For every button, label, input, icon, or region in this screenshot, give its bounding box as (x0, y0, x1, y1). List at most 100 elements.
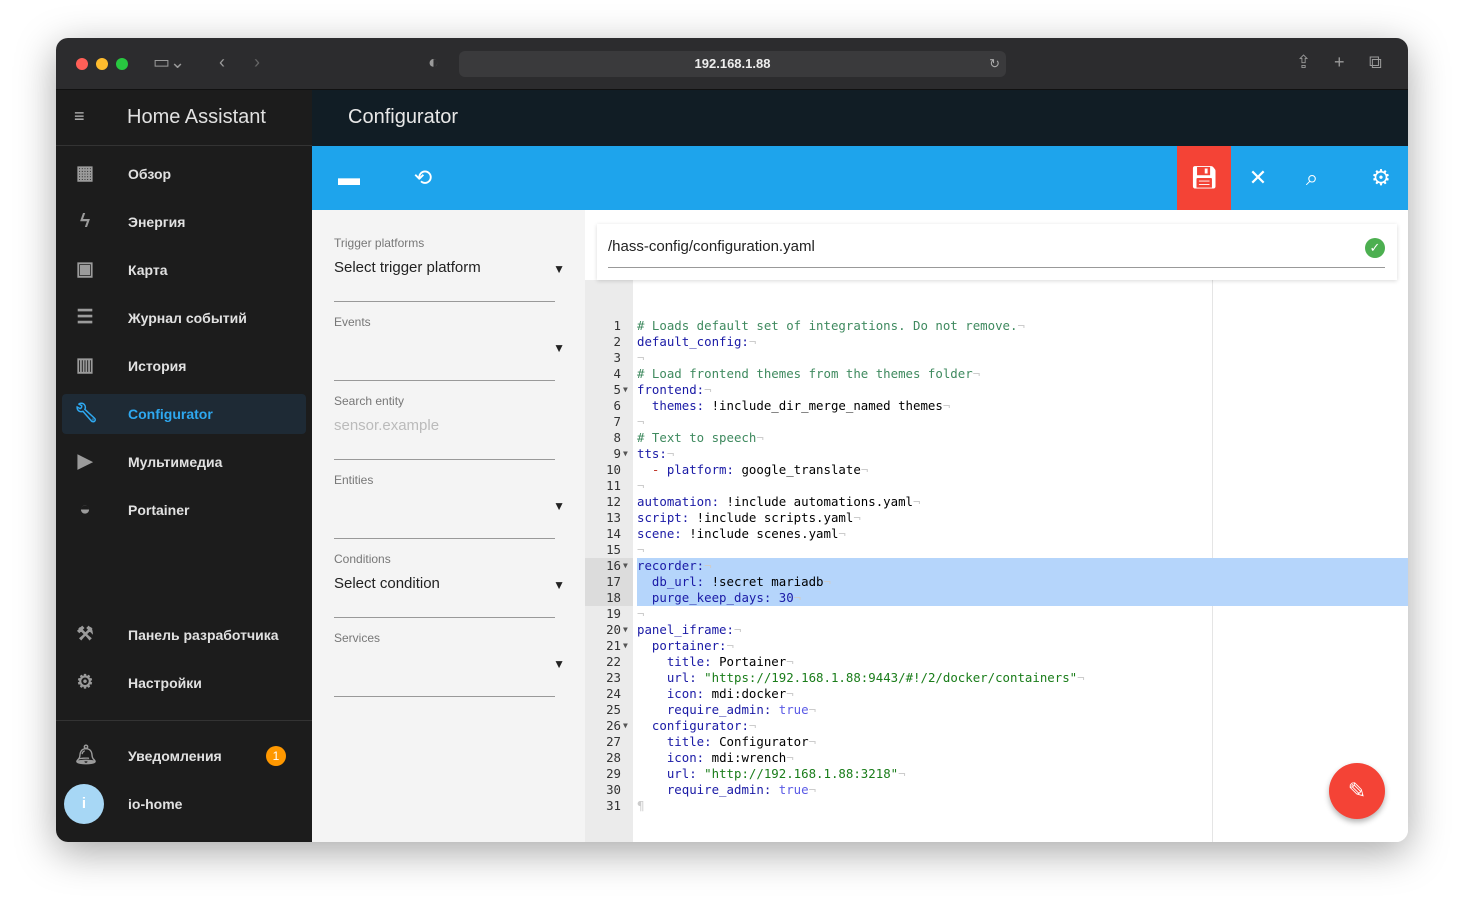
code-line[interactable]: 11 ¬ (585, 478, 1408, 494)
sidebar-item-map[interactable]: ▣ Карта (62, 250, 306, 290)
code-line[interactable]: 24 icon: mdi:docker¬ (585, 686, 1408, 702)
map-person-icon: ▣ (76, 259, 94, 280)
code-line[interactable]: 13 script: !include scripts.yaml¬ (585, 510, 1408, 526)
code-line[interactable]: 19 ¬ (585, 606, 1408, 622)
line-number: 9 (613, 446, 621, 461)
minimize-window-button[interactable] (96, 58, 108, 70)
code-line[interactable]: 22 title: Portainer¬ (585, 654, 1408, 670)
code-line[interactable]: 23 url: "https://192.168.1.88:9443/#!/2/… (585, 670, 1408, 686)
code-area[interactable]: 1 # Loads default set of integrations. Do… (585, 318, 1408, 814)
sidebar-item-media[interactable]: ▶ Мультимедиа (62, 442, 306, 482)
entities-select[interactable]: Entities ▼ (334, 473, 565, 539)
fold-toggle-icon[interactable]: ▼ (623, 622, 628, 638)
code-token: title: (666, 734, 712, 749)
code-line[interactable]: 26 ▼ configurator:¬ (585, 718, 1408, 734)
code-line[interactable]: 6 themes: !include_dir_merge_named theme… (585, 398, 1408, 414)
code-line[interactable]: 8 # Text to speech¬ (585, 430, 1408, 446)
sidebar-toggle-icon[interactable]: ▭⌄ (153, 52, 185, 73)
code-line[interactable]: 18 purge_keep_days: 30¬ (585, 590, 1408, 606)
sidebar-item-notifications[interactable]: 🔔︎ Уведомления 1 (62, 736, 306, 776)
sidebar-item-logbook[interactable]: ☰ Журнал событий (62, 298, 306, 338)
invisible-char: ¶ (637, 798, 645, 813)
reload-icon[interactable]: ↻ (989, 51, 1000, 77)
invisible-char: ¬ (942, 398, 951, 413)
code-line[interactable]: 27 title: Configurator¬ (585, 734, 1408, 750)
code-line[interactable]: 12 automation: !include automations.yaml¬ (585, 494, 1408, 510)
sidebar-item-developer-tools[interactable]: ⚒ Панель разработчика (62, 615, 306, 655)
code-line[interactable]: 31 ¶ (585, 798, 1408, 814)
sidebar-item-settings[interactable]: ⚙ Настройки (62, 663, 306, 703)
close-window-button[interactable] (76, 58, 88, 70)
sidebar-item-configurator[interactable]: 🔧︎ Configurator (62, 394, 306, 434)
file-path: /hass-config/configuration.yaml (608, 238, 815, 255)
services-select[interactable]: Services ▼ (334, 631, 565, 697)
code-line[interactable]: 28 icon: mdi:wrench¬ (585, 750, 1408, 766)
code-line[interactable]: 5 ▼ frontend:¬ (585, 382, 1408, 398)
invisible-char: ¬ (637, 350, 645, 365)
conditions-select[interactable]: Conditions Select condition ▼ (334, 552, 565, 618)
save-button[interactable]: 💾︎ (1177, 146, 1231, 210)
code-token: google_translate (733, 462, 861, 477)
code-line[interactable]: 7 ¬ (585, 414, 1408, 430)
code-line[interactable]: 4 # Load frontend themes from the themes … (585, 366, 1408, 382)
fold-toggle-icon[interactable]: ▼ (623, 638, 628, 654)
code-line[interactable]: 2 default_config:¬ (585, 334, 1408, 350)
sidebar-item-history[interactable]: ▥ История (62, 346, 306, 386)
code-line[interactable]: 25 require_admin: true¬ (585, 702, 1408, 718)
invisible-char: ¬ (637, 542, 645, 557)
code-line[interactable]: 15 ¬ (585, 542, 1408, 558)
code-line[interactable]: 9 ▼ tts:¬ (585, 446, 1408, 462)
new-tab-icon[interactable]: + (1334, 52, 1345, 73)
events-select[interactable]: Events ▼ (334, 315, 565, 381)
share-icon[interactable]: ⇪ (1296, 52, 1311, 73)
folder-button[interactable]: ▬ (322, 146, 376, 210)
sidebar-item-energy[interactable]: ϟ Энергия (62, 202, 306, 242)
code-line[interactable]: 10 - platform: google_translate¬ (585, 462, 1408, 478)
fold-toggle-icon[interactable]: ▼ (623, 382, 628, 398)
invisible-char: ¬ (823, 574, 831, 589)
fold-toggle-icon[interactable]: ▼ (623, 718, 628, 734)
code-line[interactable]: 1 # Loads default set of integrations. Do… (585, 318, 1408, 334)
sidebar-item-profile[interactable]: i io-home (62, 784, 306, 824)
code-line[interactable]: 14 scene: !include scenes.yaml¬ (585, 526, 1408, 542)
code-line[interactable]: 20 ▼ panel_iframe:¬ (585, 622, 1408, 638)
invisible-char: ¬ (726, 638, 734, 653)
code-line[interactable]: 3 ¬ (585, 350, 1408, 366)
code-line[interactable]: 29 url: "http://192.168.1.88:3218"¬ (585, 766, 1408, 782)
menu-icon[interactable]: ≡ (74, 106, 85, 127)
fold-toggle-icon[interactable]: ▼ (623, 446, 628, 462)
code-token: default_config: (637, 334, 749, 349)
search-icon: ⌕ (1305, 165, 1319, 190)
sidebar-item-portainer[interactable]: ◒ Portainer (62, 490, 306, 530)
forward-icon[interactable]: › (254, 52, 260, 73)
edit-fab-button[interactable]: ✎ (1329, 763, 1385, 819)
code-line[interactable]: 30 require_admin: true¬ (585, 782, 1408, 798)
code-line[interactable]: 16 ▼ recorder:¬ (585, 558, 1408, 574)
code-token: db_url: (651, 574, 705, 589)
code-token: mdi:wrench (704, 750, 787, 765)
close-button[interactable]: ✕ (1231, 146, 1285, 210)
fold-toggle-icon[interactable]: ▼ (623, 558, 628, 574)
back-icon[interactable]: ‹ (219, 52, 225, 73)
code-token: url: (666, 766, 697, 781)
code-line[interactable]: 17 db_url: !secret mariadb¬ (585, 574, 1408, 590)
line-number: 18 (585, 590, 633, 606)
search-button[interactable]: ⌕ (1285, 146, 1339, 210)
code-token: "https://192.168.1.88:9443/#!/2/docker/c… (704, 670, 1078, 685)
code-editor[interactable]: 1 # Loads default set of integrations. Do… (585, 210, 1408, 842)
line-text: ¬ (637, 478, 1408, 494)
history-button[interactable]: ⟲ (396, 146, 450, 210)
maximize-window-button[interactable] (116, 58, 128, 70)
settings-button[interactable]: ⚙ (1354, 146, 1408, 210)
search-entity-input[interactable]: Search entity sensor.example (334, 394, 555, 460)
line-number: 21 (606, 638, 621, 653)
shield-icon[interactable]: ◐ (428, 52, 439, 73)
url-text: 192.168.1.88 (694, 56, 771, 71)
trigger-platforms-select[interactable]: Trigger platforms Select trigger platform… (334, 236, 565, 302)
address-bar[interactable]: 192.168.1.88 ↻ (459, 51, 1006, 77)
code-line[interactable]: 21 ▼ portainer:¬ (585, 638, 1408, 654)
sidebar-item-overview[interactable]: ▦ Обзор (62, 154, 306, 194)
tabs-overview-icon[interactable]: ⧉ (1369, 52, 1382, 73)
